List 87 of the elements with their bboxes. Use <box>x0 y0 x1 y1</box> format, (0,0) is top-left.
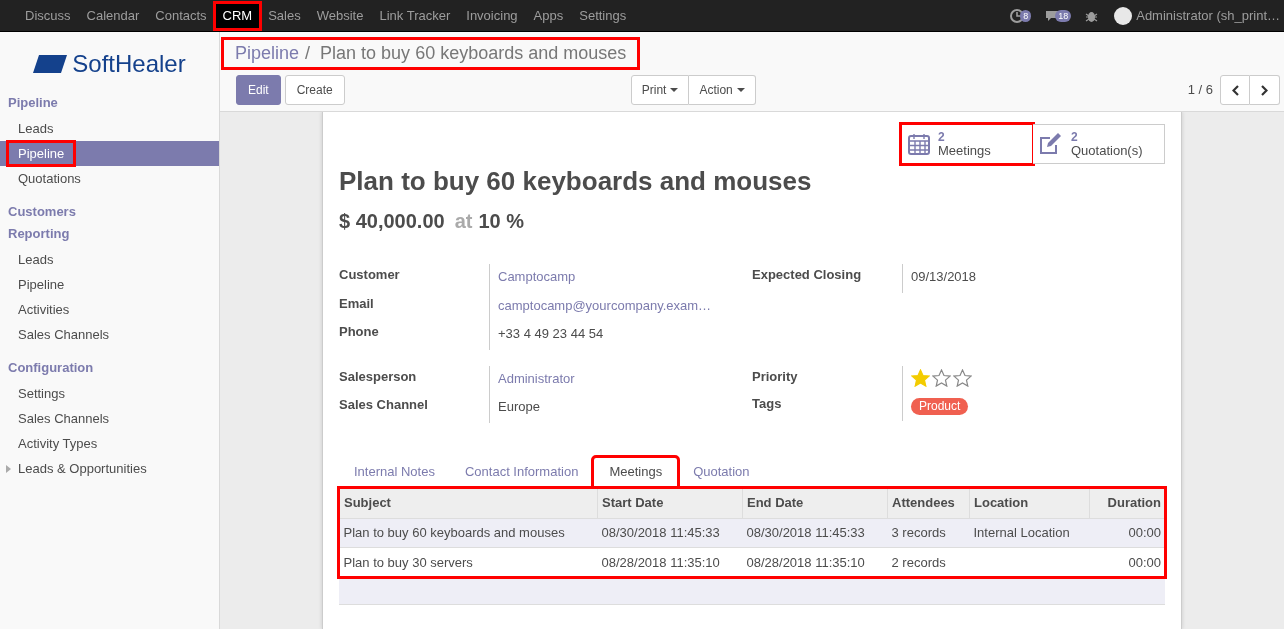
field-label: Phone <box>339 323 380 341</box>
field-link[interactable]: camptocamp@yourcompany.exam… <box>498 297 712 313</box>
star-filled-icon <box>911 368 930 387</box>
dropdown-button[interactable]: Print <box>630 75 690 105</box>
message-count-badge: 18 <box>1055 9 1072 22</box>
field-value: Europe <box>498 399 540 414</box>
app-menu-item[interactable]: Invoicing <box>458 2 526 29</box>
probability: 10 % <box>478 209 525 234</box>
table-cell: 3 records <box>891 525 946 541</box>
chevron-right-icon <box>1261 84 1268 96</box>
table-cell: 08/28/2018 11:35:10 <box>601 554 720 570</box>
app-menu-item[interactable]: Apps <box>525 2 572 29</box>
field-link[interactable]: Camptocamp <box>498 269 576 284</box>
logo-text: SoftHealer <box>72 52 186 76</box>
user-menu[interactable]: Administrator (sh_print… <box>1136 5 1280 26</box>
app-menu-item[interactable]: Settings <box>571 2 635 29</box>
sidebar-item[interactable]: Leads & Opportunities <box>18 458 147 479</box>
app-menu-item[interactable]: Calendar <box>78 2 148 29</box>
app-menu-item[interactable]: CRM <box>214 2 261 29</box>
app-menu-item[interactable]: Sales <box>260 2 309 29</box>
table-row[interactable]: Plan to buy 60 keyboards and mouses 08/30/2018 11:45:33 08/30/2018 11:45:33 3 records Internal Location 00:00 <box>339 518 1165 548</box>
field-label: Customer <box>339 266 401 284</box>
field-label: Expected Closing <box>752 266 863 284</box>
field-label: Tags <box>752 394 783 413</box>
sidebar-section-header: Configuration <box>7 359 95 377</box>
field-label: Priority <box>752 367 799 386</box>
sidebar-item[interactable]: Leads <box>8 248 64 271</box>
star-outline-icon <box>953 368 972 387</box>
sidebar-item[interactable]: Leads <box>8 117 64 140</box>
table-cell: 08/28/2018 11:35:10 <box>746 554 865 570</box>
previous-button[interactable] <box>1220 75 1250 105</box>
star-outline-icon <box>932 368 951 387</box>
table-cell: Plan to buy 60 keyboards and mouses <box>343 525 565 541</box>
dropdown-button[interactable]: Action <box>689 75 756 105</box>
sidebar-item[interactable]: Quotations <box>8 167 91 190</box>
sidebar-item[interactable]: Sales Channels <box>8 407 120 430</box>
chevron-left-icon <box>1231 84 1239 96</box>
logo-mark-icon <box>33 54 68 74</box>
app-menu-item[interactable]: Contacts <box>147 2 215 29</box>
table-cell: 00:00 <box>1128 554 1161 570</box>
sidebar-item[interactable]: Settings <box>8 382 75 405</box>
avatar <box>1114 6 1133 25</box>
app-menu-item[interactable]: Discuss <box>17 2 79 29</box>
pager-value: 1 / 6 <box>1187 81 1213 100</box>
table-cell: 08/30/2018 11:45:33 <box>746 525 865 541</box>
table-row[interactable]: Plan to buy 30 servers 08/28/2018 11:35:10 08/28/2018 11:35:10 2 records 00:00 <box>339 547 1165 577</box>
caret-icon <box>736 88 745 92</box>
app-menu-item[interactable]: Website <box>308 2 372 29</box>
tab[interactable]: Contact Information <box>449 456 594 487</box>
field-label: Email <box>339 294 375 313</box>
field-label: Sales Channel <box>339 396 429 414</box>
at-label: at <box>454 209 473 234</box>
tab[interactable]: Internal Notes <box>339 456 450 487</box>
caret-icon <box>670 88 679 92</box>
table-cell: 2 records <box>891 554 946 570</box>
create-button[interactable]: Create <box>284 75 345 105</box>
stat-button[interactable]: 2 Quotation(s) <box>1033 124 1165 164</box>
app-menu-item[interactable]: Link Tracker <box>371 2 459 29</box>
table-cell: Internal Location <box>973 525 1070 541</box>
table-cell: 00:00 <box>1128 525 1161 541</box>
next-button[interactable] <box>1250 75 1280 105</box>
sidebar-item[interactable]: Activities <box>8 298 80 321</box>
tag: Product <box>911 397 969 415</box>
field-label: Salesperson <box>339 367 418 386</box>
breadcrumb-separator: / <box>305 42 311 65</box>
sidebar-section-header: Customers <box>7 203 77 221</box>
sidebar-item[interactable]: Sales Channels <box>8 323 120 346</box>
field-value: +33 4 49 23 44 54 <box>498 326 604 341</box>
tab[interactable]: Quotation <box>678 456 765 487</box>
activity-count-badge: 8 <box>1020 9 1032 22</box>
sidebar-item[interactable]: Activity Types <box>8 432 108 455</box>
edit-button[interactable]: Edit <box>236 75 281 105</box>
table-cell: 08/30/2018 11:45:33 <box>601 525 720 541</box>
record-title: Plan to buy 60 keyboards and mouses <box>339 166 813 196</box>
tab[interactable]: Meetings <box>593 456 679 487</box>
expected-revenue: $ 40,000.00 <box>339 209 445 234</box>
sidebar-section-header: Pipeline <box>7 94 59 112</box>
breadcrumb-current: Plan to buy 60 keyboards and mouses <box>320 42 627 65</box>
calendar-icon <box>908 133 930 155</box>
sidebar-item[interactable]: Pipeline <box>8 273 75 296</box>
pencil-square-icon <box>1039 133 1063 155</box>
field-value: 09/13/2018 <box>911 269 977 284</box>
field-link[interactable]: Administrator <box>498 370 575 386</box>
sidebar-section-header: Reporting <box>7 225 71 243</box>
table-cell: Plan to buy 30 servers <box>343 554 473 570</box>
breadcrumb-link[interactable]: Pipeline <box>235 40 300 67</box>
stat-button[interactable]: 2 Meetings <box>901 124 1033 164</box>
